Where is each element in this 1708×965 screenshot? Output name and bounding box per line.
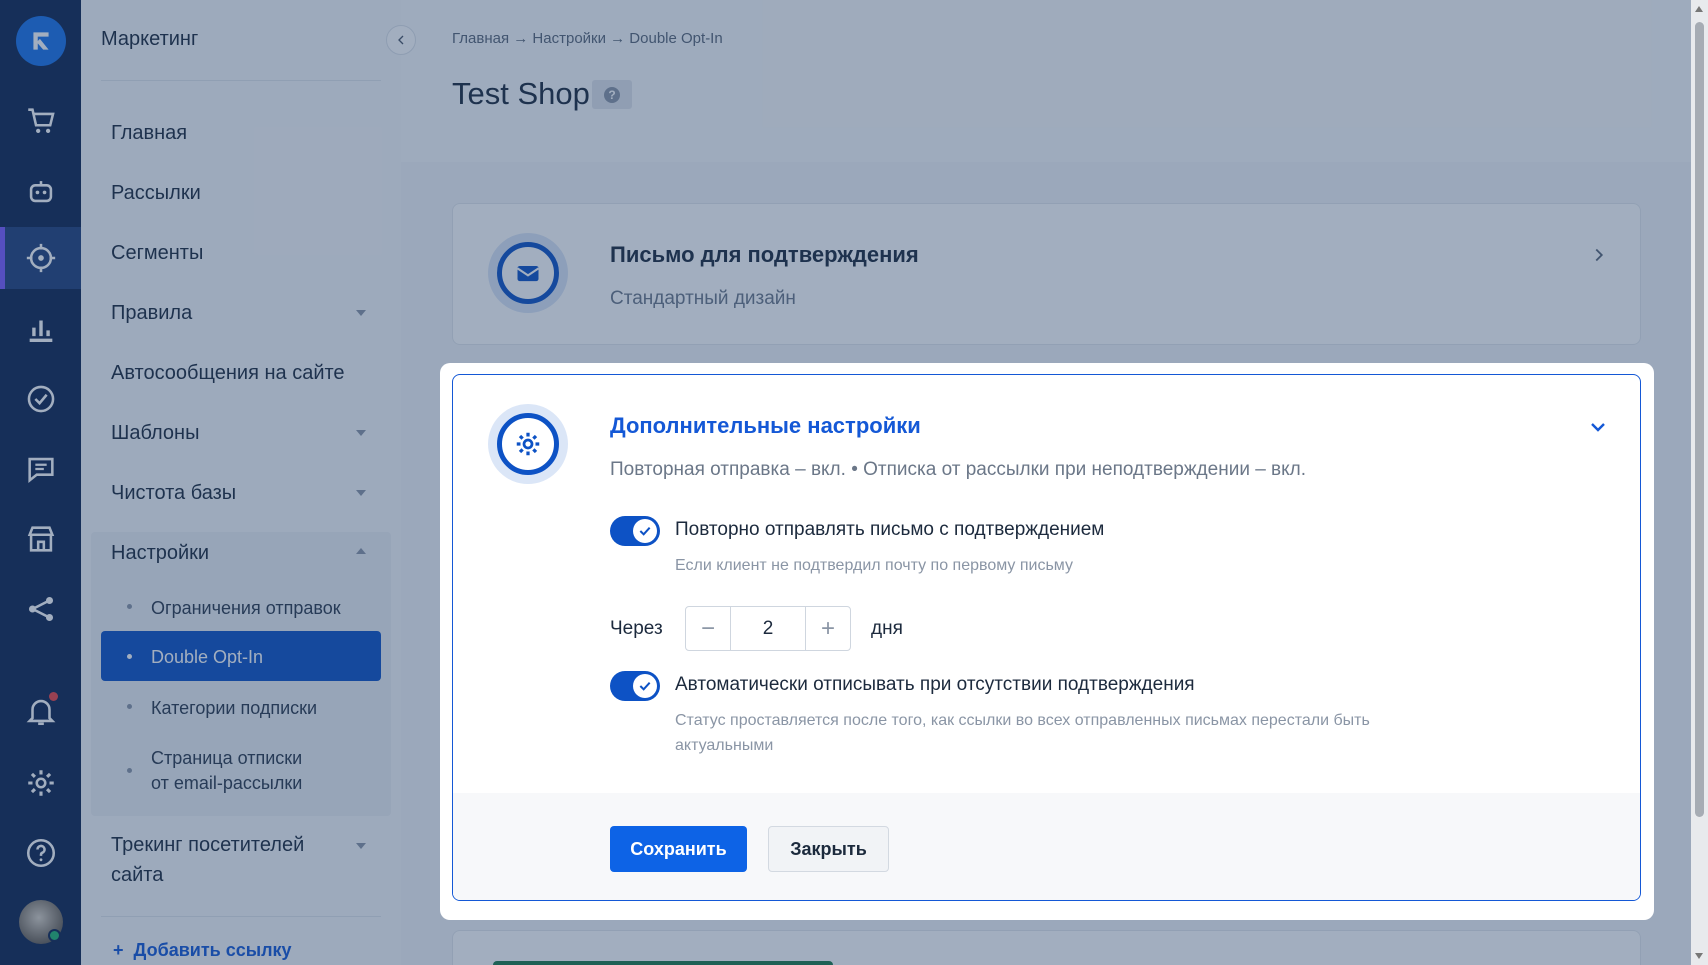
- check-icon: [639, 526, 651, 536]
- gear-icon: [516, 432, 540, 456]
- delay-prefix: Через: [610, 618, 663, 639]
- resend-toggle[interactable]: [610, 516, 660, 546]
- card-title[interactable]: Дополнительные настройки: [610, 413, 921, 439]
- delay-stepper[interactable]: − 2 +: [685, 606, 851, 651]
- resend-label[interactable]: Повторно отправлять письмо с подтвержден…: [675, 519, 1104, 541]
- settings-summary: Повторная отправка – вкл. • Отписка от р…: [610, 459, 1307, 480]
- scroll-down-icon[interactable]: [1695, 953, 1703, 959]
- additional-settings-card: Дополнительные настройки Повторная отпра…: [452, 374, 1641, 901]
- close-button[interactable]: Закрыть: [768, 826, 889, 872]
- save-button[interactable]: Сохранить: [610, 826, 747, 872]
- scrollbar[interactable]: [1691, 0, 1708, 965]
- scroll-up-icon[interactable]: [1695, 6, 1703, 12]
- delay-value[interactable]: 2: [730, 607, 806, 650]
- chevron-down-icon[interactable]: [1586, 415, 1610, 439]
- auto-unsubscribe-toggle[interactable]: [610, 671, 660, 701]
- scrollbar-thumb[interactable]: [1695, 22, 1704, 817]
- plus-button[interactable]: +: [806, 607, 850, 650]
- check-icon: [639, 681, 651, 691]
- minus-button[interactable]: −: [686, 607, 730, 650]
- delay-suffix: дня: [871, 618, 903, 639]
- gear-icon-circle: [488, 404, 568, 484]
- auto-unsubscribe-hint: Статус проставляется после того, как ссы…: [675, 712, 1370, 754]
- auto-unsubscribe-label[interactable]: Автоматически отписывать при отсутствии …: [675, 674, 1195, 696]
- resend-hint: Если клиент не подтвердил почту по перво…: [675, 557, 1073, 574]
